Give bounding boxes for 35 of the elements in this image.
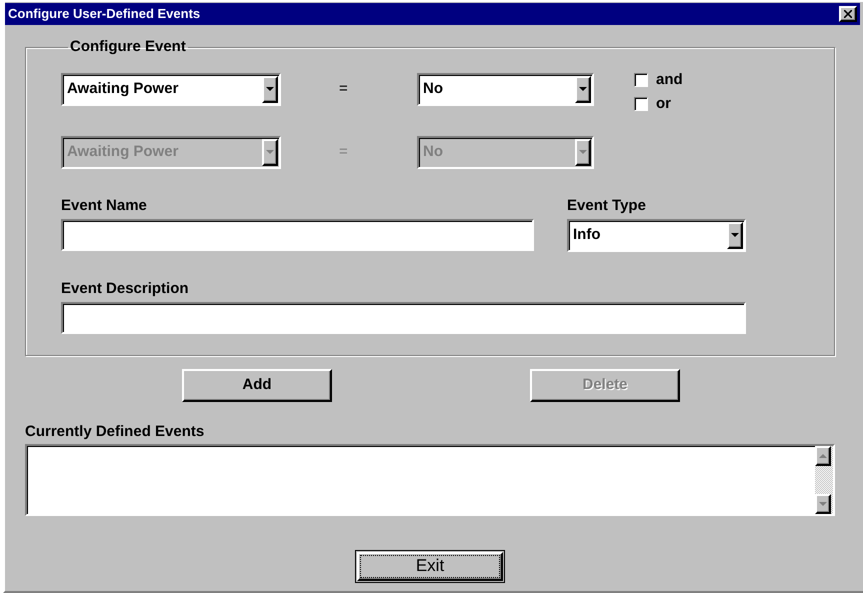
dropdown[interactable]: Awaiting Power xyxy=(61,72,281,106)
down-arrow-icon xyxy=(266,87,274,91)
checkbox-label: or xyxy=(656,94,671,114)
dropdown[interactable]: Info xyxy=(567,218,746,252)
dropdown-arrow-button[interactable] xyxy=(815,494,831,514)
down-arrow-icon xyxy=(266,150,274,154)
scroll-up-button[interactable] xyxy=(815,446,831,466)
scrollbar[interactable] xyxy=(815,446,833,514)
down-arrow-icon xyxy=(819,502,827,506)
field-label: Event Description xyxy=(61,278,190,296)
down-arrow-icon xyxy=(731,233,739,237)
list-label: Currently Defined Events xyxy=(25,422,206,438)
field-label: Event Type xyxy=(567,196,647,212)
close-button[interactable] xyxy=(839,6,857,22)
dropdown-arrow-button[interactable] xyxy=(575,76,591,102)
checkbox[interactable] xyxy=(634,97,648,112)
dropdown-arrow-button[interactable] xyxy=(262,76,278,102)
dropdown[interactable]: No xyxy=(417,72,594,106)
down-arrow-icon xyxy=(579,150,587,154)
dropdown-arrow-button[interactable] xyxy=(727,222,743,248)
checkbox[interactable] xyxy=(634,72,648,87)
add-button[interactable]: Add xyxy=(182,368,332,402)
close-icon xyxy=(844,10,852,18)
equals-sign: = xyxy=(339,78,349,99)
down-arrow-icon xyxy=(579,87,587,91)
exit-button[interactable]: Exit xyxy=(355,550,505,582)
group-title: Configure Event xyxy=(69,37,187,57)
equals-sign: = xyxy=(339,142,349,162)
event-description-field[interactable] xyxy=(61,302,746,334)
events-list[interactable] xyxy=(25,444,835,516)
up-arrow-icon xyxy=(819,454,827,458)
checkbox-label: and xyxy=(656,70,683,90)
window-title: Configure User-Defined Events xyxy=(8,5,200,24)
event-name-field[interactable] xyxy=(61,218,534,250)
field-label: Event Name xyxy=(61,196,148,212)
